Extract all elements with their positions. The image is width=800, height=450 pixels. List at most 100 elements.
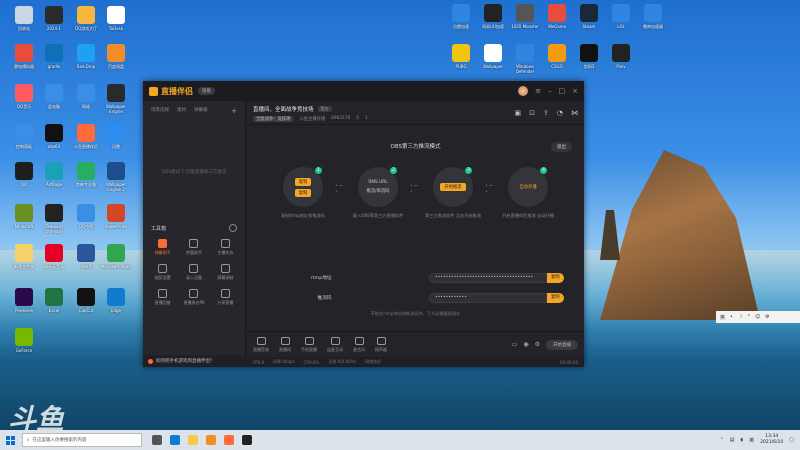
ime-item[interactable]: • [730, 314, 733, 320]
toolbar-item[interactable]: 直播音效 [253, 336, 269, 353]
desktop-icon[interactable]: QQ空间 [70, 204, 102, 242]
desktop-icon[interactable]: WeGame [541, 4, 573, 42]
ime-item[interactable]: ° [747, 314, 750, 320]
toolbar-item[interactable]: 扬声器 [375, 336, 387, 353]
step-copy-button[interactable]: 复制 [294, 188, 312, 197]
tool-screen[interactable]: 屏幕录制 [210, 264, 241, 281]
desktop-icon[interactable]: 百度网盘 [100, 44, 132, 82]
volume-icon[interactable]: ◖ [741, 437, 744, 443]
desktop-icon[interactable]: 控制面板 [8, 124, 40, 162]
left-tab[interactable]: 素材 [177, 107, 186, 115]
left-tab[interactable]: 弹幕箱 [194, 107, 208, 115]
ime-item[interactable]: ⚙ [765, 314, 769, 320]
desktop-icon[interactable]: 剑网3 [573, 44, 605, 82]
desktop-icon[interactable]: Excel [38, 288, 70, 326]
menu-icon[interactable]: ≡ [535, 87, 541, 95]
desktop-icon[interactable]: 网络 [70, 84, 102, 122]
desktop-icon[interactable]: ArtRage [38, 162, 70, 200]
desktop-icon[interactable]: 剪映专业版 [70, 162, 102, 200]
tool-pk[interactable]: 直播排名PK [178, 289, 209, 306]
share-icon[interactable]: ⋈ [571, 109, 578, 117]
store-icon[interactable] [206, 435, 216, 445]
ime-item[interactable]: ☽ [738, 314, 742, 320]
desktop-icon[interactable]: 雷电模拟器 [8, 44, 40, 82]
ime-item[interactable]: ☺ [755, 314, 760, 320]
tool-task[interactable]: 主播任务 [210, 239, 241, 256]
desktop-icon[interactable]: LOL [605, 4, 637, 42]
desktop-icon[interactable]: Windows Defender [509, 44, 541, 82]
desktop-icon[interactable]: 回收站 [8, 6, 40, 44]
desktop-icon[interactable]: 网易UU加速 [477, 4, 509, 42]
step-copy-button[interactable]: 复制 [294, 177, 312, 186]
minimize-icon[interactable]: – [548, 87, 552, 95]
gift-box-icon[interactable]: ▣ [515, 109, 522, 117]
file-explorer-icon[interactable] [188, 435, 198, 445]
desktop-icon[interactable]: 雷神加速器 [637, 4, 669, 42]
room-category[interactable]: 全面战争：竞技场 [253, 116, 294, 122]
desktop-icon[interactable]: Onboard Ultimate [38, 204, 70, 242]
tool-share[interactable]: 分享直播 [210, 289, 241, 306]
close-icon[interactable]: × [572, 87, 578, 95]
stream-key-field[interactable]: •••••••••••• [429, 293, 547, 303]
desktop-icon[interactable]: PUBG [445, 44, 477, 82]
edge-icon[interactable] [170, 435, 180, 445]
douyu-icon[interactable] [224, 435, 234, 445]
desktop-icon[interactable]: 网易云音乐 [38, 244, 70, 282]
copy-key-button[interactable]: 复制 [547, 293, 564, 303]
tools-collapse-icon[interactable] [229, 224, 237, 232]
desktop-icon[interactable]: 迅雷 [100, 124, 132, 162]
desktop-icon[interactable]: CSGO [541, 44, 573, 82]
desktop-icon[interactable]: Premiere [8, 288, 40, 326]
clock[interactable]: 13:34 2021/6/10 [760, 434, 783, 446]
start-button[interactable] [0, 430, 20, 450]
desktop-icon[interactable]: PowerPoint [100, 204, 132, 242]
desktop-icon[interactable]: gradle [38, 44, 70, 82]
desktop-icon[interactable]: Minecraft [8, 204, 40, 242]
desktop-icon[interactable]: RainDrop [70, 44, 102, 82]
network-icon[interactable]: ▤ [730, 437, 735, 443]
tool-user[interactable]: 房管助手 [178, 239, 209, 256]
desktop-icon[interactable]: Word [70, 244, 102, 282]
tool-record[interactable]: 录入设备 [178, 264, 209, 281]
toolbar-item[interactable]: 直播间 [279, 336, 291, 353]
toolbar-item[interactable]: 麦克风 [353, 336, 365, 353]
desktop-icon[interactable]: 1020 Monster [509, 4, 541, 42]
desktop-icon[interactable]: 新建文件夹 [8, 244, 40, 282]
desktop-icon[interactable]: Microsoft Store [100, 244, 132, 282]
add-scene-icon[interactable]: + [231, 107, 237, 115]
desktop-icon[interactable]: GeForce [8, 328, 40, 366]
desktop-icon[interactable]: obs64 [38, 124, 70, 162]
ime-item[interactable]: 英 [720, 314, 725, 321]
desktop-icon[interactable]: Edge [100, 288, 132, 326]
left-tab[interactable]: 场景选择 [151, 107, 169, 115]
taskbar-search[interactable]: ⌕ 在这里输入你要搜索的内容 [22, 433, 142, 447]
desktop-icon[interactable]: 斗鱼直播伴侣 [70, 124, 102, 162]
obs-icon[interactable] [242, 435, 252, 445]
task-view-icon[interactable] [152, 435, 162, 445]
desktop-icon[interactable]: QQ游戏大厅 [70, 6, 102, 44]
desktop-icon[interactable]: Pixiv [605, 44, 637, 82]
desktop-icon[interactable]: CapCut [70, 288, 102, 326]
tray-arrow-icon[interactable]: ⌃ [720, 437, 724, 443]
desktop-icon[interactable]: Wallpaper Engine 2 [100, 162, 132, 200]
desktop-icon[interactable]: Wallpaper Engine [100, 84, 132, 122]
desktop-icon[interactable]: Wallpaper [477, 44, 509, 82]
left-footer-tip[interactable]: 如何把手机游戏到直播伴侣？ [143, 355, 245, 367]
settings-icon[interactable]: ⚙ [535, 341, 540, 348]
tool-gift[interactable]: 抽奖设置 [147, 264, 178, 281]
desktop-icon[interactable]: 此电脑 [38, 84, 70, 122]
version-badge[interactable]: 旗舰 [198, 87, 215, 95]
ime-lang[interactable]: 英 [749, 437, 754, 444]
exit-button[interactable]: 退出 [551, 142, 572, 152]
toolbar-item[interactable]: 连麦互动 [327, 336, 343, 353]
bell-icon[interactable]: ◔ [557, 109, 563, 117]
maximize-icon[interactable]: □ [559, 87, 566, 95]
tool-danmaku[interactable]: 弹幕助手 [147, 239, 178, 256]
rtmp-field[interactable]: ••••••••••••••••••••••••••••••••••••• [429, 273, 547, 283]
desktop-icon[interactable]: 迅雷加速 [445, 4, 477, 42]
desktop-icon[interactable]: Steam [573, 4, 605, 42]
upload-icon[interactable]: ⇪ [543, 109, 549, 117]
desktop-icon[interactable]: ToDesk [100, 6, 132, 44]
start-push-button[interactable]: 开始推流 [440, 183, 466, 191]
desktop-icon[interactable]: 2024-1 [38, 6, 70, 44]
